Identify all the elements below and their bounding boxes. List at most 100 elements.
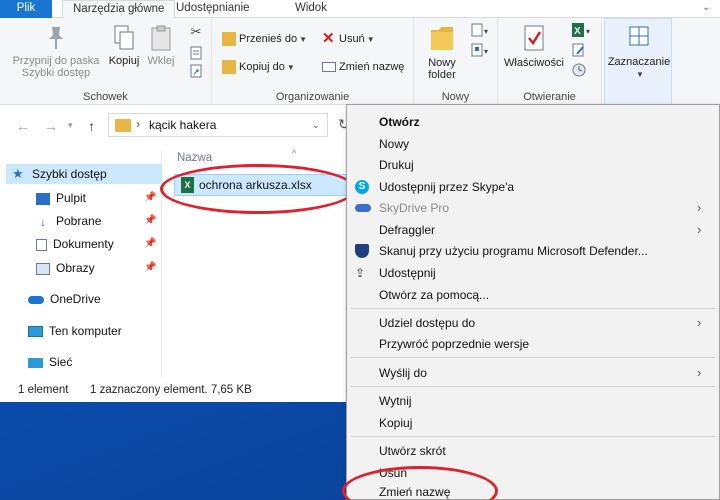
clipboard-icon xyxy=(151,25,171,51)
pin-quick-access-button[interactable]: Przypnij do paska Szybki dostęp xyxy=(8,24,104,79)
move-to-label: Przenieś do xyxy=(239,33,298,45)
menu-item-defraggler[interactable]: Defraggler › xyxy=(347,220,719,240)
edit-icon[interactable] xyxy=(570,42,594,61)
open-group: Właściwości X ▾ Otwieranie xyxy=(498,18,602,105)
menu-item-share-skype[interactable]: S Udostępnij przez Skype'a xyxy=(347,177,719,197)
share-icon: ⇪ xyxy=(355,266,366,280)
nav-desktop-label: Pulpit xyxy=(56,191,87,205)
paste-label: Wklej xyxy=(147,55,175,67)
copy-button[interactable]: Kopiuj xyxy=(106,24,142,67)
tab-file[interactable]: Plik xyxy=(0,0,52,18)
file-name: ochrona arkusza.xlsx xyxy=(199,178,312,192)
nav-item-onedrive[interactable]: OneDrive xyxy=(28,289,101,309)
up-arrow-icon[interactable]: ↑ xyxy=(88,118,95,134)
menu-item-share-skype-label: Udostępnij przez Skype'a xyxy=(379,180,515,194)
properties-button[interactable]: Właściwości xyxy=(500,22,568,69)
submenu-arrow-icon: › xyxy=(697,200,702,215)
menu-item-delete[interactable]: Usuń xyxy=(347,463,719,483)
forward-arrow-icon[interactable]: → xyxy=(44,118,58,134)
svg-text:▾: ▾ xyxy=(586,27,590,36)
cut-icon[interactable]: ✂ xyxy=(186,24,206,40)
menu-item-give-access-label: Udziel dostępu do xyxy=(379,316,476,330)
nav-downloads-label: Pobrane xyxy=(56,214,102,228)
copy-to-label: Kopiuj do xyxy=(239,61,285,73)
menu-item-skydrive[interactable]: SkyDrive Pro › xyxy=(347,198,719,218)
column-header-name[interactable]: Nazwa xyxy=(177,152,212,164)
nav-documents-label: Dokumenty xyxy=(53,237,114,251)
new-folder-label: Nowy folder xyxy=(428,57,456,81)
download-arrow-icon: ↓ xyxy=(40,214,46,229)
nav-item-this-pc[interactable]: Ten komputer xyxy=(28,321,122,341)
svg-text:▾: ▾ xyxy=(484,47,488,56)
tab-home[interactable]: Narzędzia główne xyxy=(62,0,176,19)
paste-shortcut-icon[interactable] xyxy=(186,64,206,81)
nav-item-downloads[interactable]: ↓ Pobrane xyxy=(36,211,101,231)
menu-item-print[interactable]: Drukuj xyxy=(347,155,719,175)
menu-item-rename[interactable]: Zmień nazwę xyxy=(347,485,719,499)
move-to-button[interactable]: Przenieś do ▼ xyxy=(222,30,307,48)
copy-to-button[interactable]: Kopiuj do ▼ xyxy=(222,58,295,76)
file-row[interactable]: X ochrona arkusza.xlsx xyxy=(174,174,350,196)
tab-share[interactable]: Udostępnianie xyxy=(166,0,260,18)
nav-item-pictures[interactable]: Obrazy xyxy=(36,258,95,278)
menu-item-send-to[interactable]: Wyślij do › xyxy=(347,363,719,383)
pin-icon[interactable]: 📌 xyxy=(144,215,156,226)
back-arrow-icon[interactable]: ← xyxy=(16,118,30,134)
nav-item-desktop[interactable]: Pulpit xyxy=(36,188,86,208)
nav-item-quick-access[interactable]: ★ Szybki dostęp xyxy=(6,164,162,184)
cloud-icon xyxy=(28,295,44,304)
sort-caret-icon: ^ xyxy=(292,148,297,158)
paste-button[interactable]: Wklej xyxy=(144,24,178,67)
menu-item-restore[interactable]: Przywróć poprzednie wersje xyxy=(347,334,719,354)
submenu-arrow-icon: › xyxy=(697,222,702,237)
breadcrumb-separator-icon: › xyxy=(136,117,140,131)
delete-button[interactable]: ✕ Usuń ▼ xyxy=(322,30,375,48)
computer-icon xyxy=(28,326,43,338)
skydrive-cloud-icon xyxy=(355,204,371,212)
tab-view[interactable]: Widok xyxy=(285,0,337,18)
easy-access-icon[interactable]: ▾ xyxy=(468,42,492,61)
new-folder-button[interactable]: Nowy folder xyxy=(418,22,466,81)
nav-item-documents[interactable]: Dokumenty xyxy=(36,234,114,254)
open-group-label: Otwieranie xyxy=(523,91,576,103)
folder-icon xyxy=(115,119,131,132)
pin-icon[interactable]: 📌 xyxy=(144,262,156,273)
menu-separator xyxy=(351,386,715,387)
open-excel-icon[interactable]: X ▾ xyxy=(570,22,594,41)
menu-item-cut[interactable]: Wytnij xyxy=(347,391,719,411)
menu-item-open[interactable]: Otwórz xyxy=(347,112,719,132)
rename-icon xyxy=(322,62,336,73)
menu-item-give-access[interactable]: Udziel dostępu do › xyxy=(347,313,719,333)
menu-item-skydrive-label: SkyDrive Pro xyxy=(379,201,450,215)
new-item-icon[interactable]: ▾ xyxy=(468,22,492,41)
menu-item-new[interactable]: Nowy xyxy=(347,134,719,154)
nav-pictures-label: Obrazy xyxy=(56,261,95,275)
organize-group-label: Organizowanie xyxy=(275,91,350,103)
history-icon[interactable] xyxy=(570,62,594,81)
address-bar[interactable]: › kącik hakera xyxy=(108,113,328,137)
clipboard-group: Przypnij do paska Szybki dostęp Kopiuj W… xyxy=(0,18,212,105)
new-group: Nowy folder ▾ ▾ Nowy xyxy=(414,18,498,105)
copy-path-icon[interactable] xyxy=(186,46,206,63)
ribbon-tab-bar: Plik Narzędzia główne Udostępnianie Wido… xyxy=(0,0,720,19)
menu-item-defender[interactable]: Skanuj przy użyciu programu Microsoft De… xyxy=(347,241,719,261)
menu-item-defraggler-label: Defraggler xyxy=(379,223,436,237)
nav-item-network[interactable]: Sieć xyxy=(28,352,72,372)
chevron-down-icon[interactable]: ⌄ xyxy=(702,2,716,14)
menu-item-send-to-label: Wyślij do xyxy=(379,366,427,380)
menu-item-copy[interactable]: Kopiuj xyxy=(347,413,719,433)
organize-group: Przenieś do ▼ Kopiuj do ▼ ✕ Usuń ▼ Zmień naz… xyxy=(212,18,414,105)
address-dropdown-icon[interactable]: ⌄ xyxy=(312,120,320,131)
move-to-icon xyxy=(222,32,236,47)
rename-button[interactable]: Zmień nazwę xyxy=(322,58,404,76)
properties-label: Właściwości xyxy=(504,57,564,69)
menu-item-share[interactable]: ⇪ Udostępnij xyxy=(347,263,719,283)
menu-item-open-with[interactable]: Otwórz za pomocą... xyxy=(347,285,719,305)
menu-item-create-shortcut[interactable]: Utwórz skrót xyxy=(347,441,719,461)
pin-icon[interactable]: 📌 xyxy=(144,192,156,203)
document-icon xyxy=(36,238,47,251)
recent-dropdown-icon[interactable]: ▾ xyxy=(68,120,73,131)
select-button[interactable]: Zaznaczanie ▼ xyxy=(607,23,671,79)
nav-quick-access-label: Szybki dostęp xyxy=(32,167,107,181)
pin-icon[interactable]: 📌 xyxy=(144,238,156,249)
